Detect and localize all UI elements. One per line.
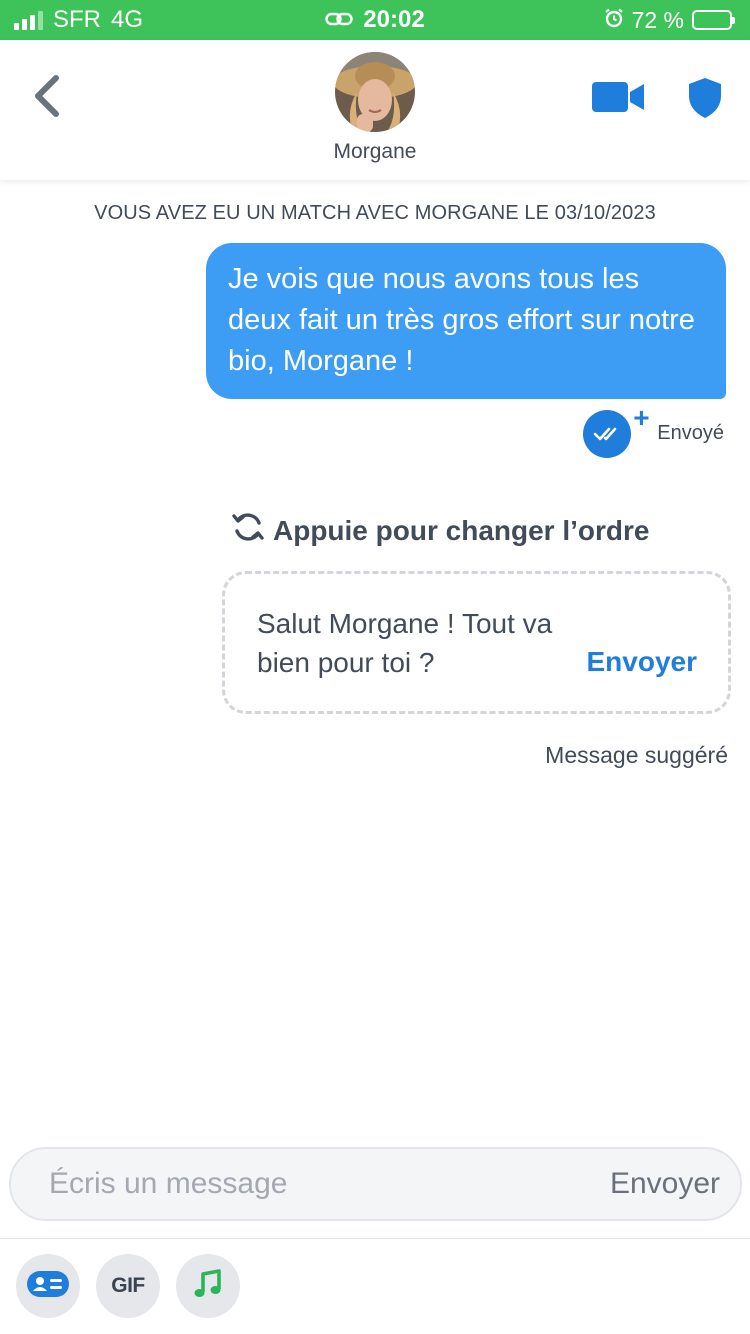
status-bar: SFR 4G 20:02 72 % xyxy=(0,0,750,40)
music-button[interactable] xyxy=(176,1254,240,1318)
sticker-card-icon xyxy=(26,1270,70,1303)
gif-button[interactable]: GIF xyxy=(96,1254,160,1318)
gif-icon: GIF xyxy=(111,1274,145,1297)
suggested-message-card[interactable]: Salut Morgane ! Tout va bien pour toi ? … xyxy=(222,571,731,714)
message-status-row: + Envoyé xyxy=(583,402,724,458)
status-bar-right: 72 % xyxy=(604,0,735,40)
music-note-icon xyxy=(192,1268,224,1305)
chevron-left-icon xyxy=(32,74,62,123)
suggested-message-caption: Message suggéré xyxy=(545,742,728,768)
read-receipt-button[interactable]: + xyxy=(583,402,650,458)
video-camera-icon xyxy=(590,82,646,118)
send-button[interactable]: Envoyer xyxy=(610,1167,720,1201)
video-call-button[interactable] xyxy=(590,80,646,119)
alarm-icon xyxy=(604,7,624,34)
match-banner: VOUS AVEZ EU UN MATCH AVEC MORGANE LE 03… xyxy=(94,202,656,224)
plus-icon: + xyxy=(633,402,650,433)
send-suggestion-button[interactable]: Envoyer xyxy=(587,646,698,678)
divider xyxy=(0,1238,750,1239)
message-input[interactable] xyxy=(49,1159,569,1209)
double-check-icon xyxy=(583,410,632,458)
link-icon xyxy=(325,6,353,34)
outgoing-message-bubble[interactable]: Je vois que nous avons tous les deux fai… xyxy=(206,243,726,399)
clock: 20:02 xyxy=(363,6,425,33)
battery-icon xyxy=(692,10,735,30)
reorder-label: Appuie pour changer l’ordre xyxy=(273,514,650,546)
message-status-label: Envoyé xyxy=(657,421,724,444)
avatar[interactable] xyxy=(335,52,415,132)
message-composer: Envoyer xyxy=(9,1147,742,1221)
battery-percent: 72 % xyxy=(631,6,684,33)
reorder-suggestions-button[interactable]: Appuie pour changer l’ordre xyxy=(231,510,649,551)
sticker-button[interactable] xyxy=(16,1254,80,1318)
back-button[interactable] xyxy=(22,70,72,126)
chat-header: Morgane xyxy=(0,40,750,180)
suggested-message-text: Salut Morgane ! Tout va bien pour toi ? xyxy=(257,608,553,678)
shield-icon xyxy=(686,78,724,124)
safety-button[interactable] xyxy=(686,76,724,125)
refresh-icon xyxy=(231,510,265,551)
contact-name: Morgane xyxy=(333,140,417,163)
